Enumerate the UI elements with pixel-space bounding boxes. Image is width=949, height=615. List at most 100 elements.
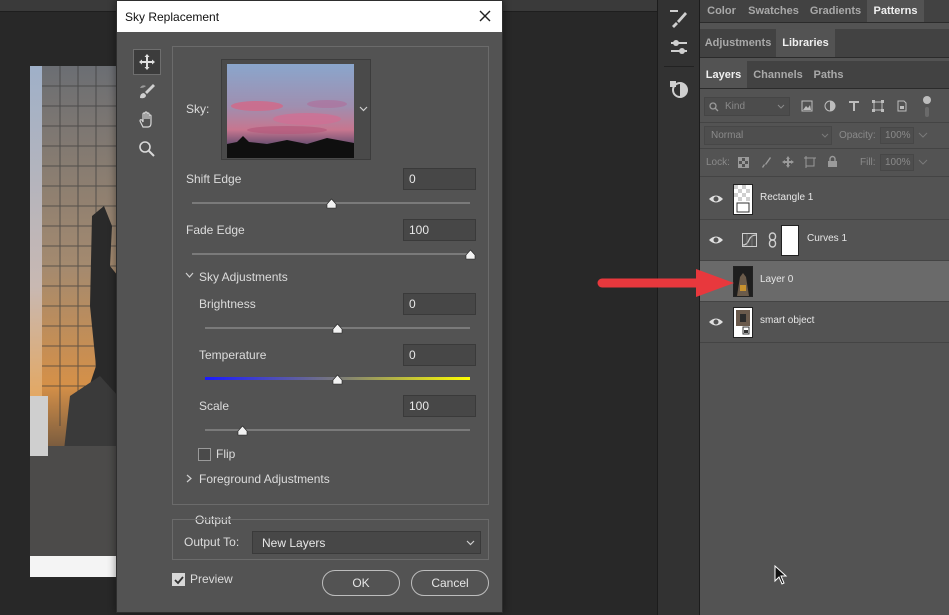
foreground-adjustments-toggle[interactable]: Foreground Adjustments: [199, 472, 330, 486]
temperature-input[interactable]: 0: [403, 344, 476, 366]
temperature-slider-thumb[interactable]: [332, 374, 343, 385]
sliders-icon[interactable]: [667, 35, 691, 59]
layers-panel-tabs: Layers Channels Paths: [700, 61, 949, 89]
chevron-down-icon: [466, 540, 475, 546]
foreground-adjustments-chevron-right-icon[interactable]: [186, 474, 193, 483]
tab-color[interactable]: Color: [700, 0, 743, 22]
properties-icon[interactable]: [667, 77, 691, 101]
fade-edge-track[interactable]: [192, 253, 470, 255]
shift-edge-label: Shift Edge: [186, 172, 242, 186]
hand-tool[interactable]: [133, 107, 161, 133]
brightness-slider-thumb[interactable]: [332, 323, 343, 334]
layer-row-layer-0[interactable]: Layer 0: [700, 261, 949, 302]
blend-row: Normal Opacity: 100%: [700, 123, 949, 149]
lock-position-icon[interactable]: [782, 156, 794, 168]
flip-checkbox[interactable]: [198, 448, 211, 461]
tab-paths[interactable]: Paths: [809, 61, 848, 88]
chevron-down-icon[interactable]: [918, 132, 928, 138]
cancel-button[interactable]: Cancel: [411, 570, 489, 596]
fill-label: Fill:: [860, 157, 876, 168]
adjustment-filter-icon[interactable]: [824, 100, 836, 112]
shift-edge-input[interactable]: 0: [403, 168, 476, 190]
filter-kind-select[interactable]: Kind: [704, 97, 790, 116]
fill-value: 100%: [885, 157, 911, 168]
layer-name: smart object: [760, 315, 815, 326]
type-filter-icon[interactable]: [848, 100, 860, 112]
curves-adjustment-icon: [742, 233, 757, 247]
scale-slider-thumb[interactable]: [237, 425, 248, 436]
eye-visibility-icon[interactable]: [708, 192, 724, 206]
link-icon[interactable]: [768, 232, 777, 248]
output-group: Output To: New Layers: [172, 519, 489, 560]
tab-gradients[interactable]: Gradients: [804, 0, 867, 22]
move-sky-tool[interactable]: [133, 49, 161, 75]
shift-edge-slider-thumb[interactable]: [326, 198, 337, 209]
lock-artboard-icon[interactable]: [804, 156, 816, 168]
smart-object-thumbnail: [733, 307, 753, 338]
chevron-down-icon: [359, 106, 368, 112]
hand-icon: [139, 111, 152, 128]
tab-channels[interactable]: Channels: [747, 61, 809, 88]
flip-label: Flip: [216, 447, 236, 461]
chevron-down-icon[interactable]: [918, 159, 928, 165]
layer-row-smart-object[interactable]: smart object: [700, 302, 949, 343]
lock-pixels-icon[interactable]: [760, 156, 772, 168]
panels-dock: Color Swatches Gradients Patterns Adjust…: [700, 0, 949, 615]
zoom-tool[interactable]: [133, 136, 161, 162]
close-icon[interactable]: [475, 6, 495, 26]
sky-brush-tool[interactable]: [133, 78, 161, 104]
smart-object-filter-icon[interactable]: [896, 100, 908, 112]
sky-adjustments-toggle[interactable]: Sky Adjustments: [199, 270, 288, 284]
output-to-select[interactable]: New Layers: [252, 531, 481, 554]
sky-preset-thumbnail: [227, 64, 354, 158]
layer-name: Rectangle 1: [760, 192, 814, 203]
collapsed-panel-strip: [657, 0, 700, 615]
tab-patterns[interactable]: Patterns: [867, 0, 924, 22]
preview-label: Preview: [190, 572, 233, 586]
dialog-titlebar[interactable]: Sky Replacement: [117, 1, 502, 32]
output-to-label: Output To:: [184, 535, 240, 549]
zoom-icon: [139, 141, 155, 157]
layer-mask-thumbnail[interactable]: [781, 225, 799, 256]
opacity-label: Opacity:: [839, 130, 876, 141]
sky-brush-icon: [140, 84, 155, 99]
temperature-label: Temperature: [199, 348, 267, 362]
fill-field[interactable]: 100%: [880, 154, 914, 171]
search-icon: [709, 102, 719, 112]
scale-label: Scale: [199, 399, 230, 413]
tab-adjustments[interactable]: Adjustments: [700, 29, 776, 57]
tab-swatches[interactable]: Swatches: [743, 0, 804, 22]
layer-name: Layer 0: [760, 274, 794, 285]
eye-visibility-icon[interactable]: [708, 315, 724, 329]
opacity-field[interactable]: 100%: [880, 127, 914, 144]
sky-adjustments-chevron-down-icon[interactable]: [185, 272, 194, 279]
lock-row: Lock: Fill: 100%: [700, 149, 949, 177]
pixel-filter-icon[interactable]: [801, 100, 813, 112]
lock-transparent-icon[interactable]: [738, 157, 749, 168]
ok-button[interactable]: OK: [322, 570, 400, 596]
scale-input[interactable]: 100: [403, 395, 476, 417]
filter-toggle-icon[interactable]: [921, 95, 933, 119]
filter-kind-label: Kind: [725, 101, 746, 112]
lock-all-icon[interactable]: [827, 155, 838, 168]
sky-label: Sky:: [186, 102, 210, 116]
tab-layers[interactable]: Layers: [700, 61, 747, 88]
fade-edge-slider-thumb[interactable]: [465, 249, 476, 260]
blend-mode-select[interactable]: Normal: [704, 126, 832, 145]
tab-libraries[interactable]: Libraries: [776, 29, 835, 57]
color-panel-tabs: Color Swatches Gradients Patterns: [700, 0, 949, 23]
brush-settings-icon[interactable]: [667, 7, 691, 31]
layer-row-rectangle-1[interactable]: Rectangle 1: [700, 179, 949, 220]
lock-label: Lock:: [706, 157, 730, 168]
checkmark-icon: [174, 576, 184, 585]
layer-row-curves-1[interactable]: Curves 1: [700, 220, 949, 261]
shape-filter-icon[interactable]: [872, 100, 884, 112]
fade-edge-input[interactable]: 100: [403, 219, 476, 241]
brightness-input[interactable]: 0: [403, 293, 476, 315]
document-image: [30, 66, 118, 577]
eye-visibility-icon[interactable]: [708, 233, 724, 247]
sky-preset-picker[interactable]: [221, 59, 371, 160]
preview-checkbox[interactable]: [172, 573, 185, 586]
layers-list: Rectangle 1 Curves 1 Layer 0 smart objec…: [700, 179, 949, 344]
opacity-value: 100%: [885, 130, 911, 141]
